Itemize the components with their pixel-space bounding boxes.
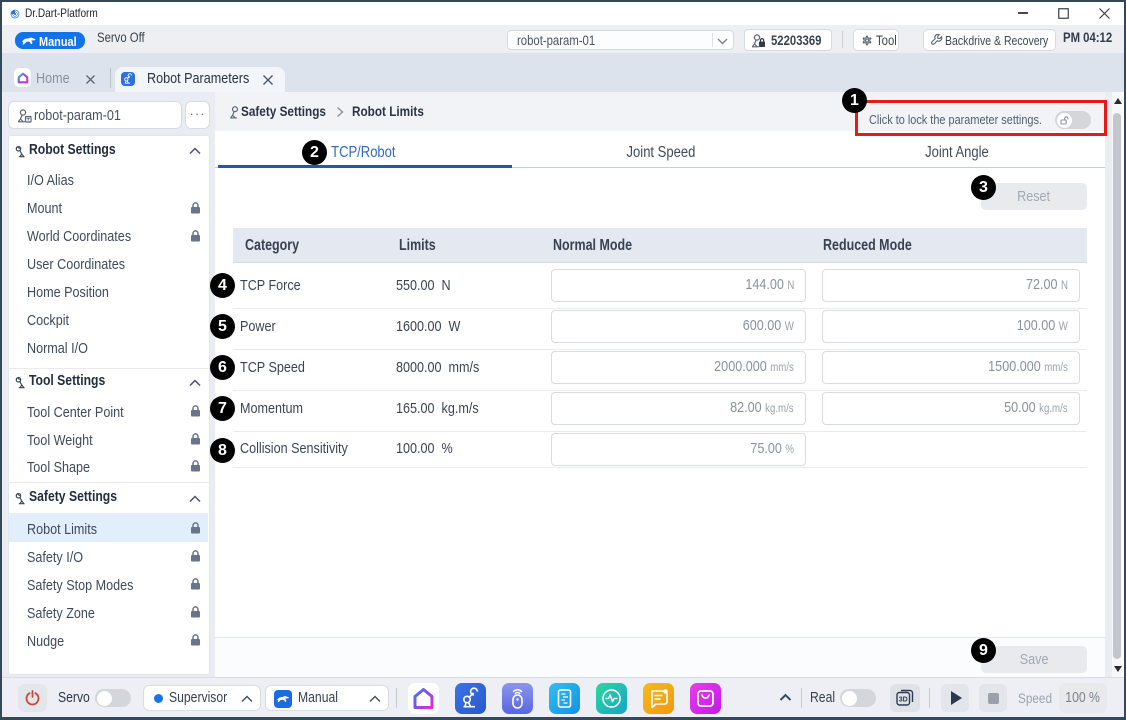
svg-text:3D: 3D: [899, 696, 908, 703]
